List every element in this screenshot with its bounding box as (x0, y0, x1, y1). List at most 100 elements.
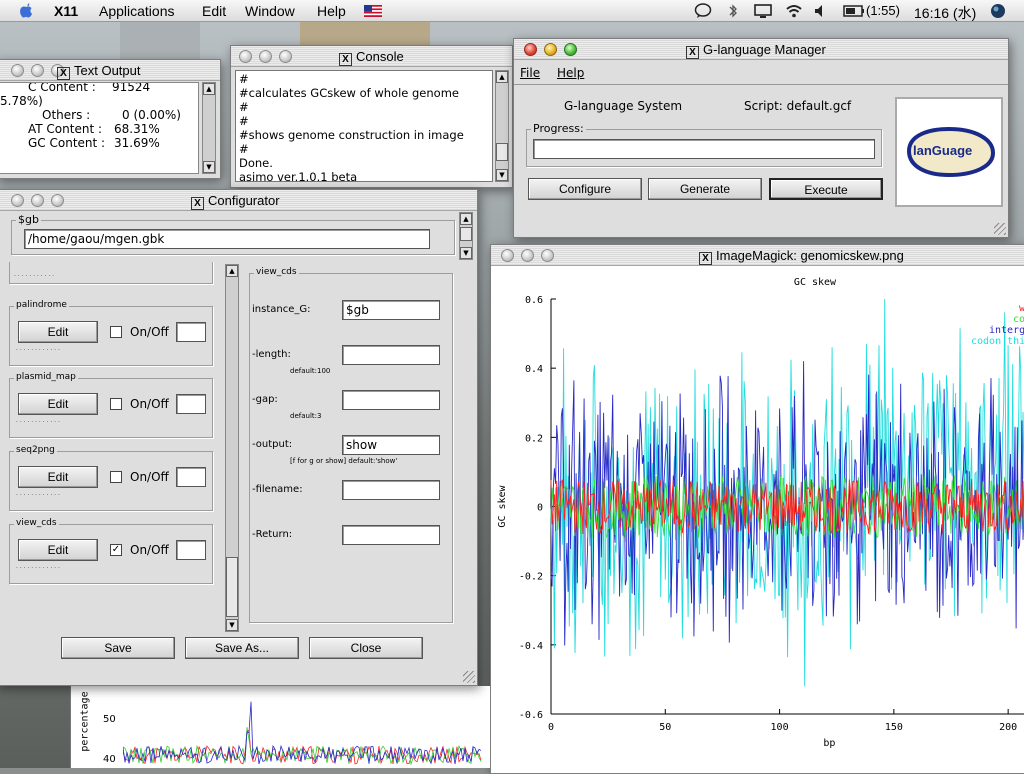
menu-edit[interactable]: Edit (202, 3, 226, 19)
view-cds-value-field[interactable] (176, 540, 206, 560)
bluetooth-icon[interactable] (728, 3, 738, 19)
close-icon[interactable] (501, 249, 514, 262)
menu-window[interactable]: Window (245, 3, 295, 19)
console-output[interactable]: # #calculates GCskew of whole genome # #… (235, 70, 493, 182)
resize-grip-icon[interactable] (994, 223, 1006, 235)
param-label: -Return: (252, 529, 293, 540)
save-as-button[interactable]: Save As... (185, 637, 299, 659)
gap-field[interactable] (342, 390, 440, 410)
close-icon[interactable] (11, 64, 24, 77)
minimize-icon[interactable] (521, 249, 534, 262)
speech-bubble-icon[interactable] (694, 3, 712, 19)
us-flag-input-icon[interactable] (364, 5, 382, 17)
progress-group: Progress: (526, 122, 882, 167)
close-icon[interactable] (524, 43, 537, 56)
minimize-icon[interactable] (544, 43, 557, 56)
save-button[interactable]: Save (61, 637, 175, 659)
execute-button[interactable]: Execute (769, 178, 883, 200)
at-content-label: AT Content : (28, 122, 103, 136)
scroll-up-icon[interactable]: ▲ (203, 83, 215, 95)
output-field[interactable]: show (342, 435, 440, 455)
generate-button[interactable]: Generate (648, 178, 762, 200)
menu-help[interactable]: Help (557, 66, 584, 80)
scroll-thumb[interactable] (226, 557, 238, 617)
module-list-scrollbar[interactable]: ▲ ▼ (225, 264, 239, 632)
close-icon[interactable] (239, 50, 252, 63)
battery-time[interactable]: (1:55) (866, 3, 900, 18)
scroll-thumb[interactable] (496, 143, 508, 161)
console-titlebar[interactable]: X Console (231, 46, 512, 67)
plasmid-map-onoff-checkbox[interactable] (110, 398, 122, 410)
scroll-down-icon[interactable]: ▼ (226, 619, 238, 631)
manager-titlebar[interactable]: X G-language Manager (514, 39, 1008, 60)
scroll-thumb[interactable] (460, 227, 472, 241)
scroll-down-icon[interactable]: ▼ (203, 161, 215, 173)
text-output-titlebar[interactable]: X Text Output (0, 60, 220, 81)
menu-applications[interactable]: Applications (99, 3, 175, 19)
seq2png-edit-button[interactable]: Edit (18, 466, 98, 488)
zoom-icon[interactable] (51, 194, 64, 207)
zoom-icon[interactable] (541, 249, 554, 262)
plasmid-map-edit-button[interactable]: Edit (18, 393, 98, 415)
filename-field[interactable] (342, 480, 440, 500)
close-button[interactable]: Close (309, 637, 423, 659)
plasmid-map-value-field[interactable] (176, 394, 206, 414)
palindrome-edit-button[interactable]: Edit (18, 321, 98, 343)
volume-icon[interactable] (814, 4, 828, 18)
manager-title-wrap: X G-language Manager (686, 42, 826, 59)
onoff-label: On/Off (130, 470, 169, 484)
gb-path-field[interactable]: /home/gaou/mgen.gbk (24, 229, 430, 249)
scroll-up-icon[interactable]: ▲ (226, 265, 238, 277)
user-globe-icon[interactable] (990, 3, 1006, 19)
zoom-icon[interactable] (564, 43, 577, 56)
scroll-up-icon[interactable]: ▲ (496, 71, 508, 83)
module-name: seq2png (14, 445, 57, 455)
minimize-icon[interactable] (31, 64, 44, 77)
bg-plot-tick: 50 (103, 714, 116, 725)
palindrome-value-field[interactable] (176, 322, 206, 342)
length-field[interactable] (342, 345, 440, 365)
x11-window-icon: X (686, 46, 699, 59)
menu-help[interactable]: Help (317, 3, 346, 19)
console-line: #calculates GCskew of whole genome (239, 86, 459, 100)
c-content-label: C Content : (28, 82, 96, 94)
console-line: #shows genome construction in image (239, 128, 464, 142)
seq2png-value-field[interactable] (176, 467, 206, 487)
scroll-up-icon[interactable]: ▲ (460, 213, 472, 225)
instance-g-field[interactable]: $gb (342, 300, 440, 320)
palindrome-onoff-checkbox[interactable] (110, 326, 122, 338)
zoom-icon[interactable] (279, 50, 292, 63)
console-scrollbar[interactable]: ▲ ▼ (495, 70, 509, 182)
minimize-icon[interactable] (31, 194, 44, 207)
display-icon[interactable] (754, 3, 772, 19)
seq2png-onoff-checkbox[interactable] (110, 471, 122, 483)
module-note: · · · · · · · · · · · · (16, 347, 60, 354)
imagemagick-titlebar[interactable]: X ImageMagick: genomicskew.png (491, 245, 1024, 266)
battery-icon[interactable] (843, 5, 865, 17)
progress-label: Progress: (531, 122, 586, 135)
configurator-titlebar[interactable]: X Configurator (0, 190, 477, 211)
scroll-down-icon[interactable]: ▼ (496, 169, 508, 181)
apple-menu-icon[interactable] (18, 2, 34, 19)
at-content-value: 68.31% (114, 122, 160, 136)
gb-scrollbar[interactable]: ▲ ▼ (459, 212, 473, 260)
menu-file[interactable]: File (520, 66, 540, 80)
minimize-icon[interactable] (259, 50, 272, 63)
view-cds-edit-button[interactable]: Edit (18, 539, 98, 561)
console-line: # (239, 114, 249, 128)
return-field[interactable] (342, 525, 440, 545)
console-line: # (239, 100, 249, 114)
y-tick-label: 0 (537, 503, 543, 514)
module-note: · · · · · · · · · · · · (16, 492, 60, 499)
view-cds-onoff-checkbox[interactable]: ✓ (110, 544, 122, 556)
imagemagick-title-wrap: X ImageMagick: genomicskew.png (699, 248, 904, 265)
wifi-icon[interactable] (785, 3, 803, 19)
configure-button[interactable]: Configure (528, 178, 642, 200)
menu-clock[interactable]: 16:16 (水) (914, 3, 976, 23)
module-seq2png: seq2png Edit On/Off · · · · · · · · · · … (9, 445, 213, 511)
close-icon[interactable] (11, 194, 24, 207)
menu-app-x11[interactable]: X11 (54, 3, 78, 19)
resize-grip-icon[interactable] (463, 671, 475, 683)
text-output-scrollbar[interactable]: ▲ ▼ (202, 82, 216, 174)
scroll-down-icon[interactable]: ▼ (460, 247, 472, 259)
